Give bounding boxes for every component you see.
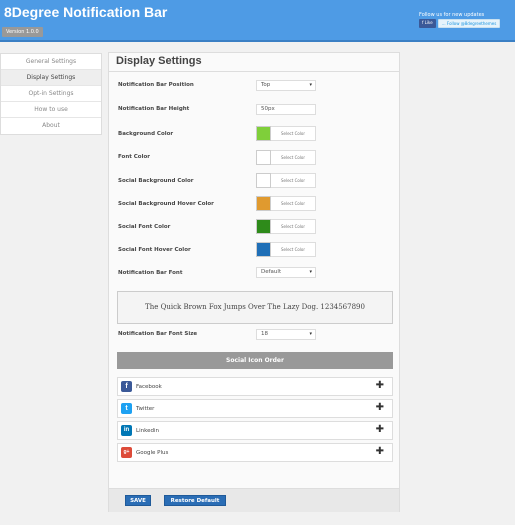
follow-buttons: f Like … Follow @8degreethemes	[419, 19, 501, 28]
bg-select-color-button[interactable]: Select Color	[271, 126, 316, 141]
move-icon[interactable]: ✚	[376, 425, 384, 435]
position-label: Notification Bar Position	[118, 82, 194, 88]
social-bg-hover-select-color-button[interactable]: Select Color	[271, 196, 316, 211]
social-font-select-color-button[interactable]: Select Color	[271, 219, 316, 234]
social-item-google-plus[interactable]: g+ Google Plus ✚	[117, 443, 393, 462]
font-size-select[interactable]: 18 ▾	[256, 329, 316, 340]
social-item-label: Google Plus	[136, 450, 169, 456]
move-icon[interactable]: ✚	[376, 447, 384, 457]
restore-default-button[interactable]: Restore Default	[164, 495, 226, 506]
height-label: Notification Bar Height	[118, 106, 190, 112]
social-font-hover-swatch[interactable]	[256, 242, 271, 257]
position-select[interactable]: Top ▾	[256, 80, 316, 91]
social-bg-label: Social Background Color	[118, 178, 194, 184]
google-plus-icon: g+	[121, 447, 132, 458]
font-color-label: Font Color	[118, 154, 150, 160]
social-item-label: Linkedin	[136, 428, 159, 434]
social-font-label: Social Font Color	[118, 224, 171, 230]
facebook-like-button[interactable]: f Like	[419, 19, 436, 28]
social-font-hover-label: Social Font Hover Color	[118, 247, 191, 253]
font-select-color-button[interactable]: Select Color	[271, 150, 316, 165]
social-font-hover-select-color-button[interactable]: Select Color	[271, 242, 316, 257]
display-settings-panel: Display Settings Notification Bar Positi…	[108, 52, 400, 512]
twitter-icon: t	[121, 403, 132, 414]
social-icon-order-header: Social Icon Order	[117, 352, 393, 369]
social-bg-hover-label: Social Background Hover Color	[118, 201, 214, 207]
dropdown-caret-icon: ▾	[309, 82, 312, 88]
font-value: Default	[261, 269, 282, 275]
save-button[interactable]: SAVE	[125, 495, 151, 506]
sidebar-item-how-to-use[interactable]: How to use	[1, 102, 101, 118]
move-icon[interactable]: ✚	[376, 381, 384, 391]
font-color-swatch[interactable]	[256, 150, 271, 165]
font-preview: The Quick Brown Fox Jumps Over The Lazy …	[117, 291, 393, 324]
follow-text: Follow us for new updates	[419, 12, 485, 18]
social-bg-swatch[interactable]	[256, 173, 271, 188]
social-item-twitter[interactable]: t Twitter ✚	[117, 399, 393, 418]
dropdown-caret-icon: ▾	[309, 269, 312, 275]
social-bg-hover-swatch[interactable]	[256, 196, 271, 211]
app-title: 8Degree Notification Bar	[4, 4, 168, 20]
version-badge: Version 1.0.0	[2, 27, 43, 37]
sidebar-item-optin-settings[interactable]: Opt-in Settings	[1, 86, 101, 102]
social-item-facebook[interactable]: f Facebook ✚	[117, 377, 393, 396]
move-icon[interactable]: ✚	[376, 403, 384, 413]
font-select[interactable]: Default ▾	[256, 267, 316, 278]
social-font-swatch[interactable]	[256, 219, 271, 234]
sidebar-item-general-settings[interactable]: General Settings	[1, 54, 101, 70]
dropdown-caret-icon: ▾	[309, 331, 312, 337]
sidebar-item-display-settings[interactable]: Display Settings	[1, 70, 101, 86]
sidebar-item-about[interactable]: About	[1, 118, 101, 134]
twitter-follow-button[interactable]: … Follow @8degreethemes	[437, 19, 501, 28]
bg-color-swatch[interactable]	[256, 126, 271, 141]
height-input[interactable]: 50px	[256, 104, 316, 115]
page-title: Display Settings	[116, 55, 202, 67]
social-bg-select-color-button[interactable]: Select Color	[271, 173, 316, 188]
social-item-label: Facebook	[136, 384, 162, 390]
font-label: Notification Bar Font	[118, 270, 183, 276]
linkedin-icon: in	[121, 425, 132, 436]
font-size-label: Notification Bar Font Size	[118, 331, 198, 337]
facebook-icon: f	[121, 381, 132, 392]
position-value: Top	[261, 82, 271, 88]
font-size-value: 18	[261, 331, 268, 337]
title-divider	[109, 71, 399, 72]
social-item-label: Twitter	[136, 406, 155, 412]
social-item-linkedin[interactable]: in Linkedin ✚	[117, 421, 393, 440]
footer-actions: SAVE Restore Default	[109, 488, 399, 512]
app-header: 8Degree Notification Bar Version 1.0.0 F…	[0, 0, 515, 42]
settings-sidebar: General Settings Display Settings Opt-in…	[0, 53, 102, 135]
bg-color-label: Background Color	[118, 131, 174, 137]
